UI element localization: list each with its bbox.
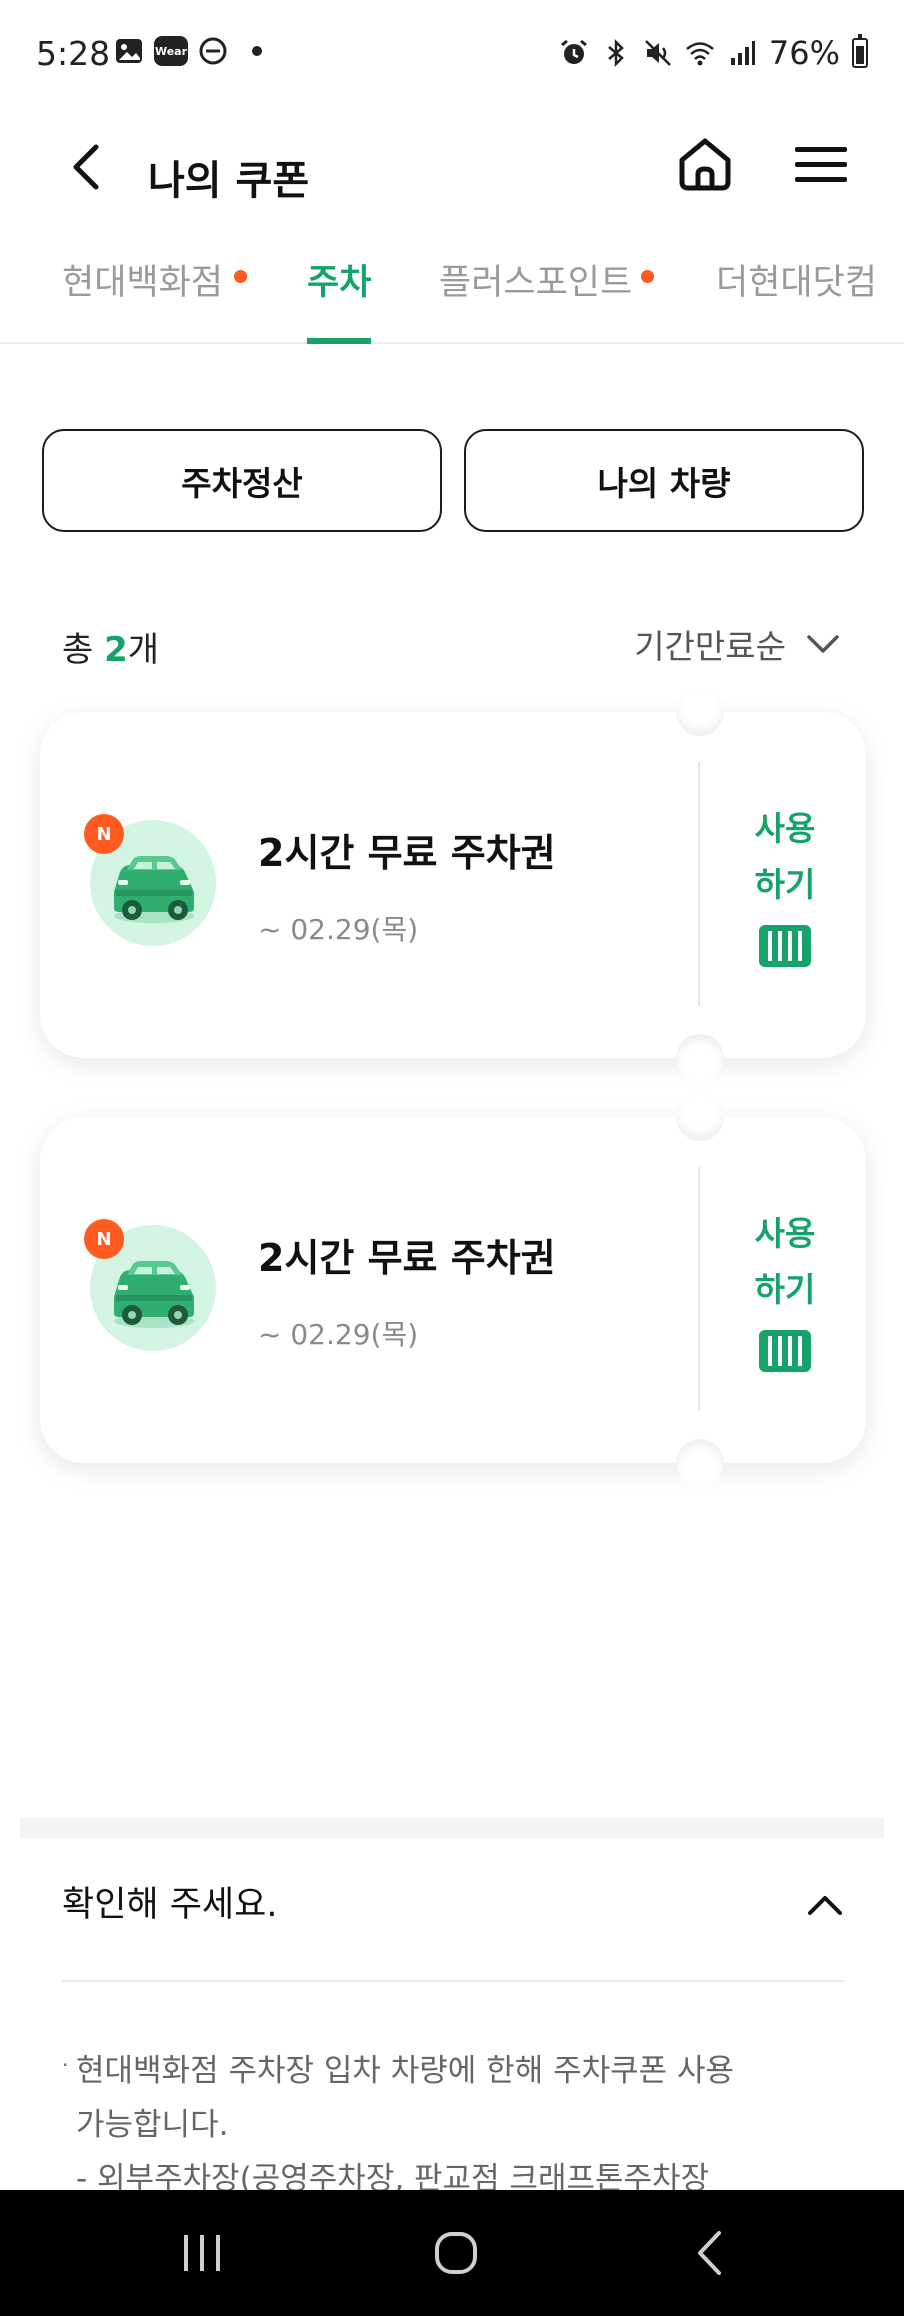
back-button[interactable] — [56, 132, 116, 202]
tab-label: 현대백화점 — [62, 263, 224, 303]
new-badge: N — [84, 1219, 124, 1259]
status-time: 5:28 — [36, 34, 111, 73]
notice-toggle-button[interactable] — [800, 1880, 850, 1930]
ticket-notch — [676, 1034, 724, 1082]
back-nav-button[interactable] — [610, 2190, 810, 2316]
home-icon — [679, 138, 731, 191]
section-divider — [20, 1818, 884, 1838]
ticket-divider — [698, 1167, 700, 1411]
notice-line: 현대백화점 주차장 입차 차량에 한해 주차쿠폰 사용 — [76, 2053, 735, 2089]
sort-label: 기간만료순 — [634, 627, 786, 666]
page-title: 나의 쿠폰 — [148, 158, 310, 204]
notice-divider — [62, 1980, 844, 1982]
recent-apps-button[interactable] — [102, 2190, 302, 2316]
wifi-icon — [686, 42, 714, 66]
dnd-icon — [199, 37, 227, 65]
ticket-divider — [698, 762, 700, 1006]
tab-label: 더현대닷컴 — [716, 263, 878, 303]
new-indicator-dot — [234, 270, 247, 283]
menu-button[interactable] — [788, 128, 854, 202]
total-suffix: 개 — [127, 630, 160, 670]
coupon-expiry-date: ~ 02.29(목) — [258, 913, 419, 946]
coupon-card: N 2시간 무료 주차권 ~ 02.29(목) 사용 하기 — [40, 688, 866, 1082]
new-badge: N — [84, 814, 124, 854]
image-icon — [116, 39, 142, 63]
back-arrow-icon — [73, 144, 99, 190]
menu-icon — [795, 147, 847, 182]
recent-apps-icon — [184, 2235, 220, 2271]
coupon-expiry-date: ~ 02.29(목) — [258, 1318, 419, 1351]
ticket-notch — [676, 1439, 724, 1487]
mute-icon — [644, 40, 671, 66]
battery-percent: 76% — [768, 34, 840, 72]
system-navigation-bar — [0, 2190, 904, 2316]
notice-line: 가능합니다. — [76, 2107, 229, 2143]
active-tab-indicator — [307, 338, 372, 344]
use-label-line1: 사용 — [754, 809, 816, 848]
signal-icon — [730, 41, 755, 65]
tab-hyundai-department-store[interactable]: 현대백화점 — [62, 254, 247, 344]
tab-label: 주차 — [307, 263, 372, 303]
status-right-icons: 76% — [559, 34, 868, 72]
use-coupon-button[interactable]: 사용 하기 — [704, 1167, 866, 1411]
home-button[interactable] — [672, 128, 738, 202]
coupon-card: N 2시간 무료 주차권 ~ 02.29(목) 사용 하기 — [40, 1093, 866, 1487]
ticket-notch — [676, 1093, 724, 1141]
home-nav-button[interactable] — [356, 2190, 556, 2316]
sort-dropdown[interactable]: 기간만료순 — [634, 620, 840, 668]
new-indicator-dot — [641, 270, 654, 283]
my-vehicle-button[interactable]: 나의 차량 — [464, 429, 864, 532]
total-count-number: 2 — [104, 630, 128, 670]
back-nav-icon — [698, 2231, 721, 2275]
home-circle-icon — [435, 2232, 477, 2274]
tab-plus-point[interactable]: 플러스포인트 — [439, 254, 654, 344]
use-coupon-button[interactable]: 사용 하기 — [704, 762, 866, 1006]
bluetooth-icon — [608, 38, 624, 68]
total-count: 총 2개 — [62, 622, 159, 671]
alarm-icon — [560, 39, 587, 64]
parking-payment-button[interactable]: 주차정산 — [42, 429, 442, 532]
total-prefix: 총 — [62, 630, 105, 670]
barcode-icon — [759, 925, 811, 967]
status-bar: 5:28 Wear 76% — [0, 0, 904, 112]
app-header: 나의 쿠폰 — [0, 112, 904, 242]
coupon-title: 2시간 무료 주차권 — [258, 1236, 556, 1280]
battery-icon — [852, 34, 868, 68]
tab-the-hyundai-com[interactable]: 더현대닷컴 — [716, 254, 877, 344]
notification-dot — [252, 46, 262, 56]
chevron-down-icon — [807, 635, 839, 653]
status-left-icons: Wear — [114, 36, 262, 66]
use-label-line1: 사용 — [754, 1214, 816, 1253]
barcode-icon — [759, 1330, 811, 1372]
notice-heading: 확인해 주세요. — [62, 1885, 278, 1925]
tab-label: 플러스포인트 — [439, 263, 633, 303]
use-label-line2: 하기 — [754, 1270, 816, 1309]
notice-body: · 현대백화점 주차장 입차 차량에 한해 주차쿠폰 사용 가능합니다. - 외… — [62, 2044, 842, 2206]
bullet-mark: · — [62, 2053, 69, 2077]
coupon-title: 2시간 무료 주차권 — [258, 831, 556, 875]
chevron-up-icon — [808, 1896, 842, 1915]
tab-parking[interactable]: 주차 — [307, 254, 372, 344]
wear-icon: Wear — [154, 36, 188, 66]
ticket-notch — [676, 688, 724, 736]
use-label-line2: 하기 — [754, 865, 816, 904]
coupon-tabs: 현대백화점 주차 플러스포인트 더현대닷컴 — [0, 236, 904, 344]
